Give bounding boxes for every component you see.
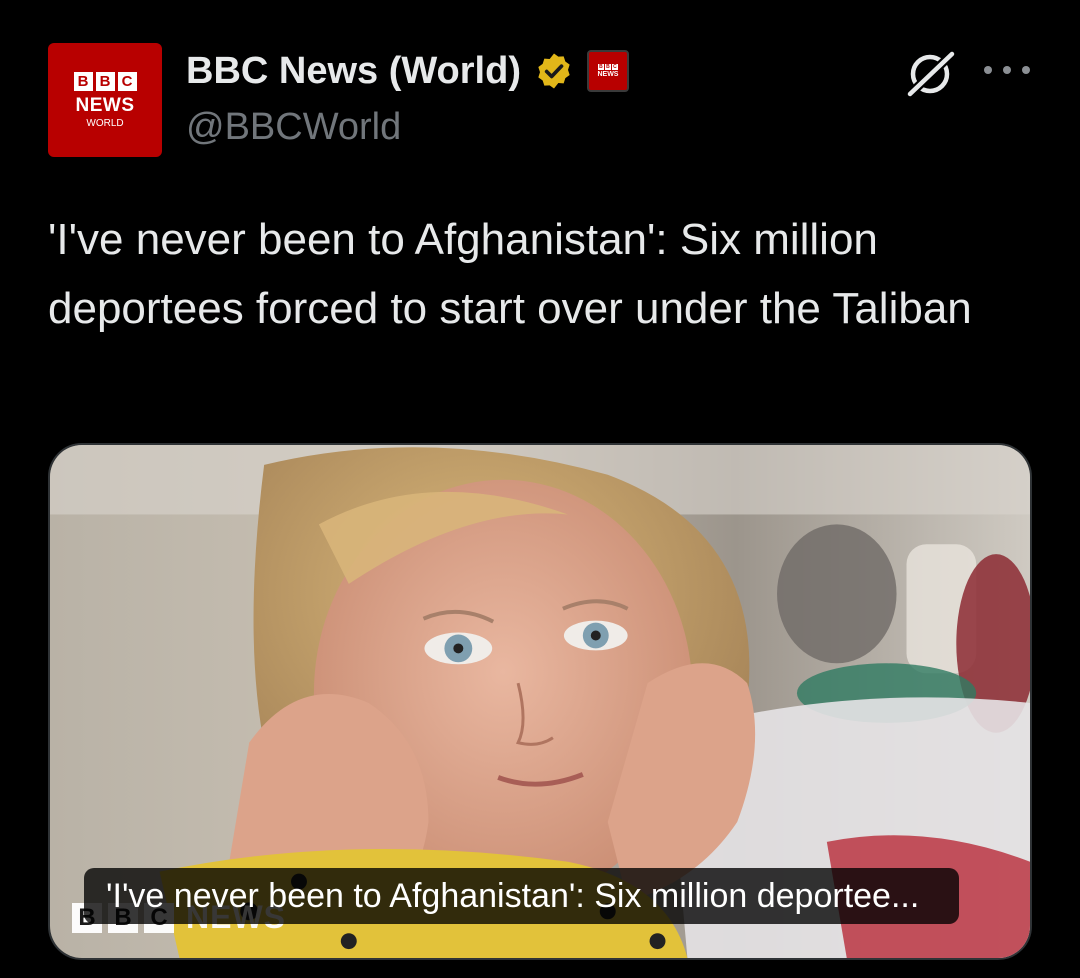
author-name-row: BBC News (World) B B C NEWS [186, 48, 629, 94]
affiliate-block: B [604, 64, 611, 70]
affiliate-news-label: NEWS [597, 71, 619, 78]
avatar-world-label: WORLD [86, 117, 124, 129]
avatar-news-label: NEWS [75, 94, 135, 116]
affiliate-block: B [597, 64, 604, 70]
author-display-name[interactable]: BBC News (World) [186, 50, 521, 93]
affiliate-bbc-blocks: B B C [597, 64, 618, 70]
grok-icon[interactable] [902, 46, 958, 102]
affiliate-badge[interactable]: B B C NEWS [586, 50, 629, 92]
more-options-icon[interactable] [984, 58, 1030, 82]
bbc-block: C [117, 71, 137, 91]
post-text: 'I've never been to Afghanistan': Six mi… [48, 215, 972, 333]
author-handle[interactable]: @BBCWorld [186, 106, 401, 149]
post-container: B B C NEWS WORLD BBC News (World) B B C … [0, 0, 1080, 978]
card-title[interactable]: 'I've never been to Afghanistan': Six mi… [84, 868, 960, 924]
bbc-block: B [95, 71, 115, 91]
dot [1003, 66, 1011, 74]
bbc-block: B [73, 71, 93, 91]
dot [984, 66, 992, 74]
link-card[interactable]: B B C NEWS 'I've never been to Afghanist… [48, 443, 1032, 960]
bbc-logo-blocks: B B C [73, 71, 137, 91]
dot [1022, 66, 1030, 74]
verified-badge-icon[interactable] [531, 48, 577, 94]
avatar[interactable]: B B C NEWS WORLD [48, 43, 162, 157]
affiliate-block: C [611, 64, 618, 70]
